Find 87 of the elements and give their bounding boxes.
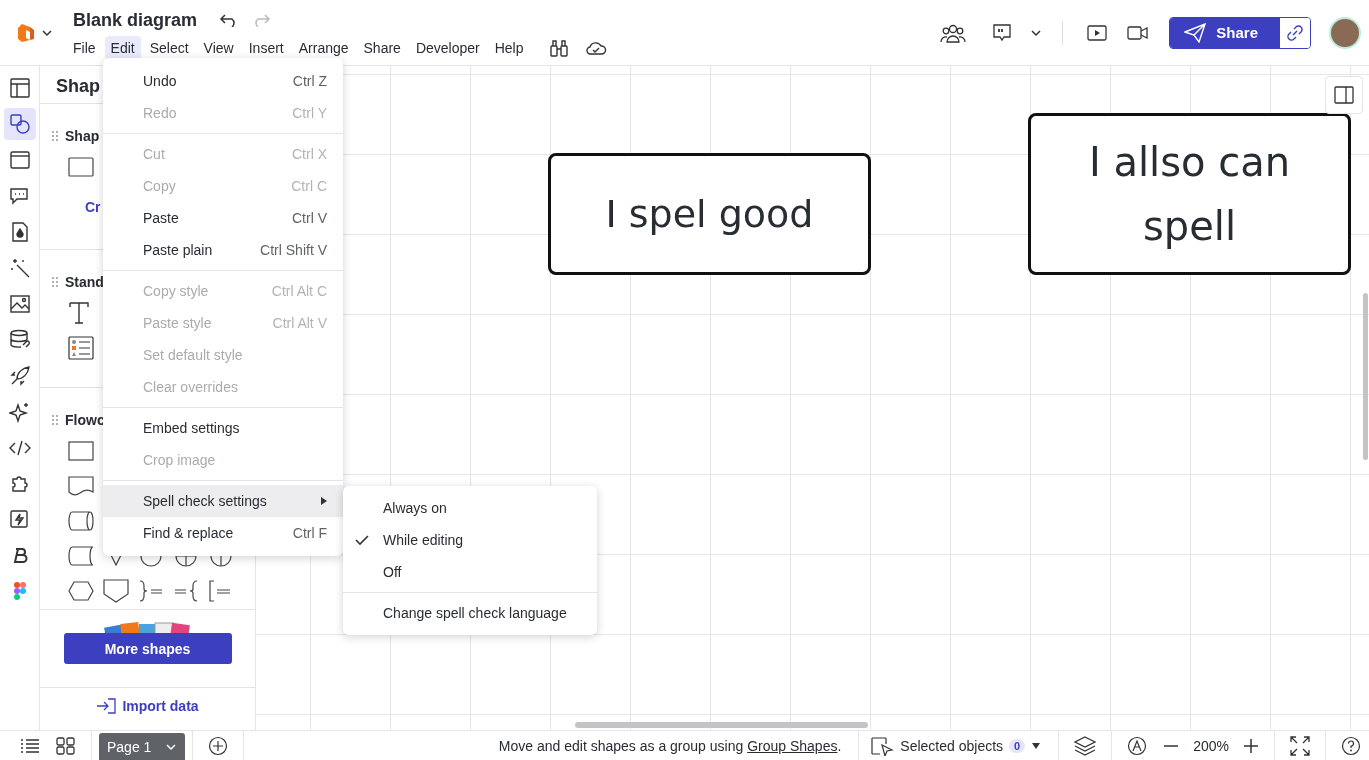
- menu-item[interactable]: Paste plain Ctrl Shift V: [103, 234, 343, 266]
- menu-item[interactable]: Share: [357, 35, 407, 60]
- share-button[interactable]: Share: [1170, 17, 1280, 48]
- brace-note-shape-icon[interactable]: [173, 580, 199, 602]
- count-badge: 0: [1009, 738, 1026, 753]
- bolt-icon: [8, 509, 31, 531]
- list-shape-icon[interactable]: [68, 336, 94, 360]
- selection-cursor-icon: [870, 735, 895, 756]
- frame-icon: [8, 149, 31, 171]
- menu-item[interactable]: Always on: [343, 492, 597, 524]
- menu-item[interactable]: Arrange: [292, 35, 355, 60]
- chevron-down-icon[interactable]: [1030, 28, 1043, 37]
- link-icon: [1285, 22, 1305, 43]
- cylinder-shape-icon[interactable]: [68, 511, 94, 531]
- menu-item[interactable]: Spell check settings: [103, 485, 343, 517]
- side-panel-icon: [1334, 86, 1354, 104]
- video-camera-icon[interactable]: [1127, 24, 1150, 41]
- diagram-text-box[interactable]: I allso can spell: [1028, 113, 1351, 275]
- import-icon: [96, 698, 117, 714]
- dropdown-triangle-icon: [1031, 742, 1042, 749]
- list-view-icon[interactable]: [20, 737, 40, 754]
- menu-item[interactable]: Help: [488, 35, 530, 60]
- process-shape-icon[interactable]: [68, 441, 94, 461]
- data-icon: [8, 329, 31, 351]
- chevron-down-icon: [42, 28, 52, 37]
- diagram-text-box[interactable]: I spel good: [548, 153, 871, 275]
- brace-note-shape-icon[interactable]: [138, 580, 164, 602]
- cloud-check-icon[interactable]: [584, 39, 607, 56]
- selected-objects-button[interactable]: Selected objects 0: [870, 735, 1042, 756]
- menu-item[interactable]: Change spell check language: [343, 597, 597, 629]
- paper-plane-icon: [1184, 22, 1207, 43]
- text-tool-icon[interactable]: [68, 301, 90, 325]
- help-icon[interactable]: [1341, 735, 1361, 756]
- section-title: Stand: [65, 274, 104, 290]
- submenu-arrow-icon: [321, 497, 327, 505]
- logo-icon: [16, 21, 36, 44]
- rocket-icon: [8, 365, 31, 387]
- checkmark-icon: [355, 534, 369, 546]
- horizontal-scrollbar[interactable]: [575, 722, 868, 728]
- accessibility-icon[interactable]: [1127, 735, 1148, 756]
- import-data-link[interactable]: Import data: [96, 698, 199, 714]
- menu-item[interactable]: Paste Ctrl V: [103, 202, 343, 234]
- present-icon[interactable]: [1087, 24, 1108, 41]
- zoom-in-icon[interactable]: [1243, 737, 1259, 754]
- panel-toggle-button[interactable]: [1325, 76, 1363, 114]
- menu-item[interactable]: Off: [343, 556, 597, 588]
- add-page-icon[interactable]: [208, 735, 229, 756]
- more-shapes-button[interactable]: More shapes: [63, 633, 232, 664]
- binoculars-icon[interactable]: [548, 37, 569, 58]
- shapes-icon: [8, 113, 31, 135]
- menu-item[interactable]: While editing: [343, 524, 597, 556]
- sidebar-tool-button[interactable]: [3, 108, 36, 140]
- drag-handle-icon[interactable]: [52, 415, 58, 425]
- layout-icon: [8, 77, 31, 99]
- menu-item[interactable]: Edit: [104, 35, 141, 60]
- section-title: Flowc: [65, 412, 105, 428]
- fullscreen-icon[interactable]: [1290, 735, 1310, 756]
- tip-text: Move and edit shapes as a group using Group Shapes.: [498, 737, 842, 754]
- menu-item[interactable]: View: [197, 35, 240, 60]
- chevron-down-icon: [165, 742, 178, 751]
- grid-view-icon[interactable]: [56, 736, 76, 755]
- image-icon: [8, 293, 31, 315]
- rectangle-shape-icon[interactable]: [68, 157, 94, 177]
- menu-item[interactable]: Insert: [242, 35, 290, 60]
- wand-icon: [8, 257, 31, 279]
- section-title: Shap: [65, 128, 100, 144]
- page-tab[interactable]: Page 1: [99, 732, 186, 760]
- collaborators-icon[interactable]: [940, 22, 967, 43]
- vertical-scrollbar[interactable]: [1363, 293, 1368, 460]
- sparkle-icon: [8, 401, 31, 423]
- menu-item[interactable]: Developer: [409, 35, 486, 60]
- user-avatar[interactable]: [1329, 16, 1361, 49]
- menu-item[interactable]: Embed settings: [103, 412, 343, 444]
- menu-item[interactable]: Select: [143, 35, 195, 60]
- layers-icon[interactable]: [1074, 735, 1097, 756]
- document-title[interactable]: Blank diagram: [73, 9, 198, 31]
- menu-item[interactable]: Find & replace Ctrl F: [103, 517, 343, 549]
- drag-handle-icon[interactable]: [52, 277, 58, 287]
- comment-icon[interactable]: [992, 22, 1013, 43]
- menu-item[interactable]: File: [67, 35, 102, 60]
- preparation-shape-icon[interactable]: [68, 581, 94, 601]
- stored-data-shape-icon[interactable]: [68, 546, 94, 566]
- drag-handle-icon[interactable]: [52, 131, 58, 141]
- document-shape-icon[interactable]: [68, 476, 94, 496]
- off-page-shape-icon[interactable]: [103, 579, 129, 603]
- chat-icon: [8, 185, 31, 207]
- zoom-level[interactable]: 200%: [1193, 737, 1229, 754]
